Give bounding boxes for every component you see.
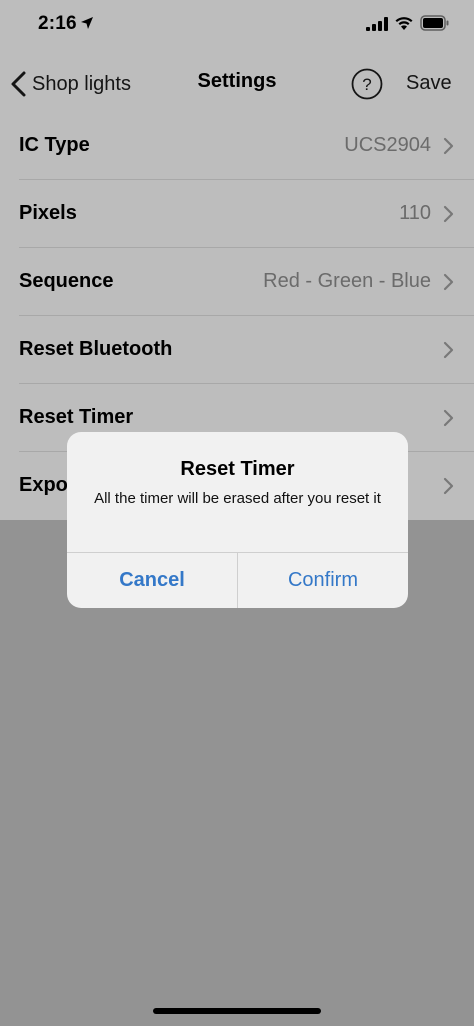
settings-screen: 2:16 Shop lights Settings ? Save IC Type… (0, 0, 474, 1026)
home-indicator[interactable] (153, 1008, 321, 1014)
confirm-button[interactable]: Confirm (238, 553, 408, 608)
alert-message: All the timer will be erased after you r… (94, 490, 381, 507)
alert-title: Reset Timer (180, 458, 295, 480)
reset-timer-alert: Reset Timer All the timer will be erased… (67, 432, 408, 608)
cancel-button[interactable]: Cancel (67, 553, 237, 608)
